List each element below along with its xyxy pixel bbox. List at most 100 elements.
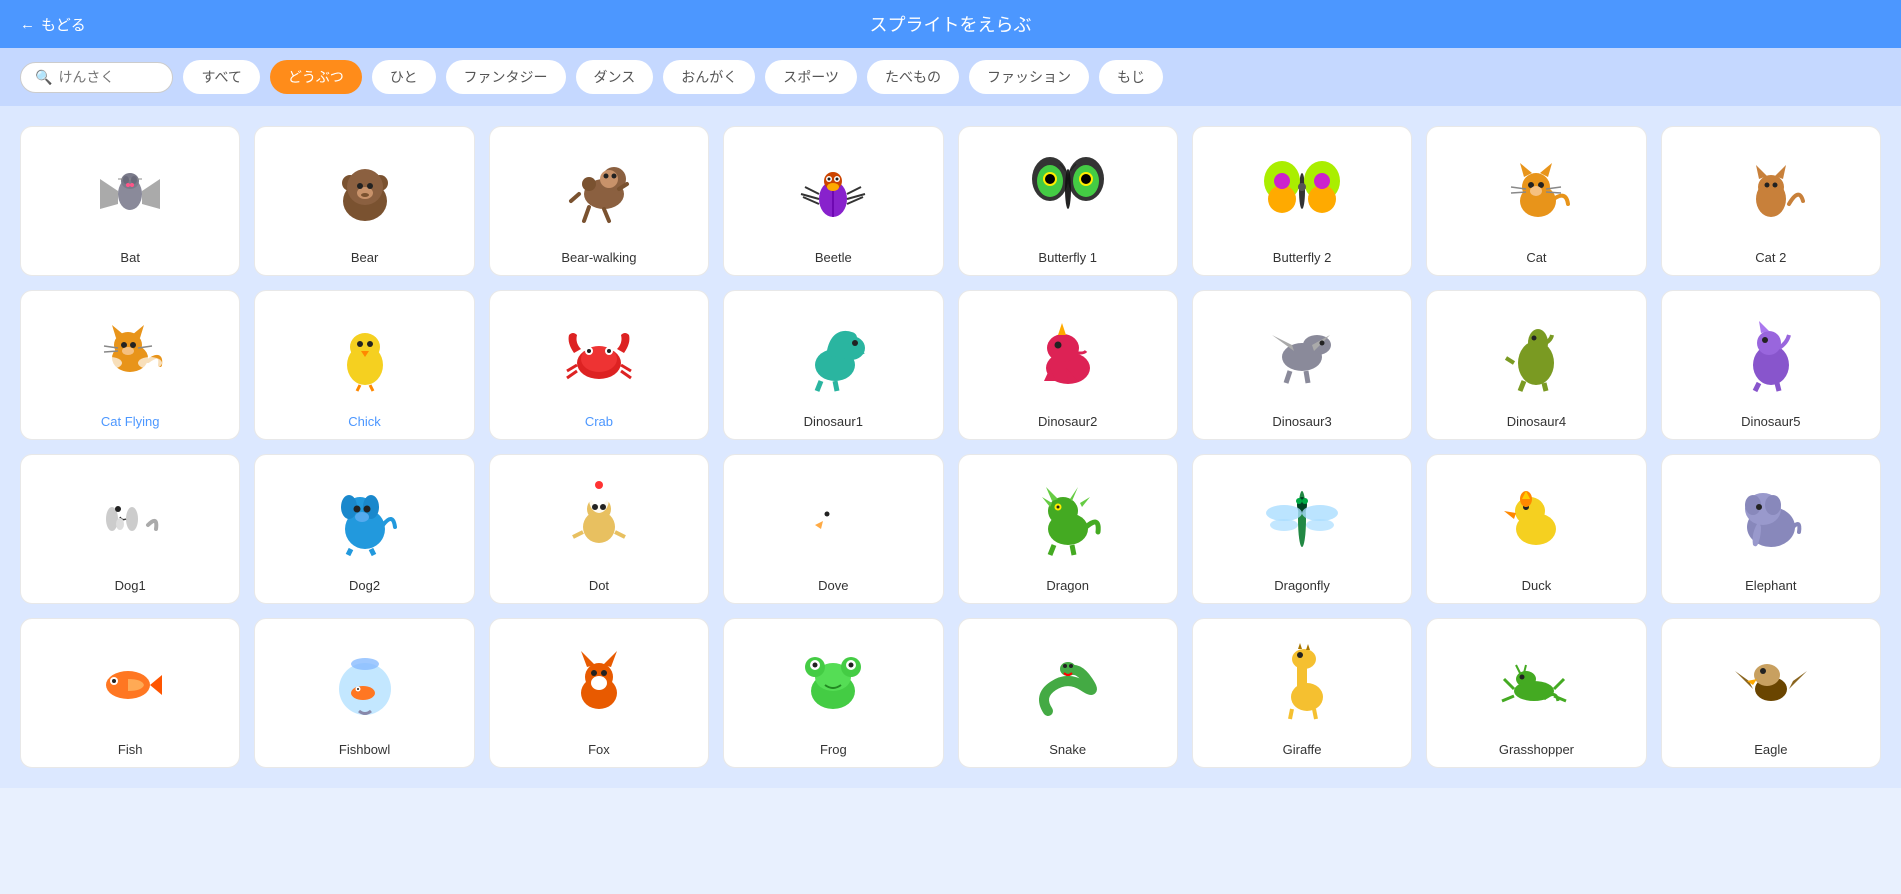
sprite-image-snake — [965, 629, 1171, 732]
sprite-card-eagle[interactable]: Eagle — [1661, 618, 1881, 768]
sprite-card-fox[interactable]: Fox — [489, 618, 709, 768]
sprite-image-eagle — [1668, 629, 1874, 732]
sprite-label-dragonfly: Dragonfly — [1274, 578, 1330, 593]
sprite-label-bear-walking: Bear-walking — [561, 250, 636, 265]
sprite-label-dinosaur4: Dinosaur4 — [1507, 414, 1566, 429]
sprite-image-cat — [1433, 137, 1639, 240]
sprite-label-dinosaur3: Dinosaur3 — [1272, 414, 1331, 429]
sprite-card-snake[interactable]: Snake — [958, 618, 1178, 768]
sprite-card-duck[interactable]: Duck — [1426, 454, 1646, 604]
sprite-card-crab[interactable]: Crab — [489, 290, 709, 440]
sprite-card-dinosaur3[interactable]: Dinosaur3 — [1192, 290, 1412, 440]
sprite-image-bear-walking — [496, 137, 702, 240]
search-box[interactable]: 🔍 — [20, 62, 173, 93]
sprite-label-butterfly1: Butterfly 1 — [1038, 250, 1097, 265]
sprite-grid: Bat Bear Bear-walking Beetle Butterfly 1 Butt… — [0, 106, 1901, 788]
search-icon: 🔍 — [35, 69, 52, 86]
sprite-image-fox — [496, 629, 702, 732]
sprite-label-fox: Fox — [588, 742, 610, 757]
sprite-label-grasshopper: Grasshopper — [1499, 742, 1574, 757]
sprite-label-butterfly2: Butterfly 2 — [1273, 250, 1332, 265]
sprite-image-dinosaur2 — [965, 301, 1171, 404]
sprite-image-cat2 — [1668, 137, 1874, 240]
filter-bar: 🔍 すべて どうぶつ ひと ファンタジー ダンス おんがく スポーツ たべもの … — [0, 48, 1901, 106]
sprite-image-fishbowl — [261, 629, 467, 732]
header: ← もどる スプライトをえらぶ — [0, 0, 1901, 48]
sprite-card-fish[interactable]: Fish — [20, 618, 240, 768]
filter-fantasy[interactable]: ファンタジー — [446, 60, 566, 94]
sprite-card-cat-flying[interactable]: Cat Flying — [20, 290, 240, 440]
sprite-card-beetle[interactable]: Beetle — [723, 126, 943, 276]
sprite-label-fish: Fish — [118, 742, 143, 757]
filter-all[interactable]: すべて — [183, 60, 259, 94]
filter-dance[interactable]: ダンス — [576, 60, 654, 94]
sprite-card-elephant[interactable]: Elephant — [1661, 454, 1881, 604]
filter-sports[interactable]: スポーツ — [765, 60, 857, 94]
sprite-card-dragon[interactable]: Dragon — [958, 454, 1178, 604]
filter-animals[interactable]: どうぶつ — [270, 60, 362, 94]
sprite-image-dinosaur1 — [730, 301, 936, 404]
sprite-image-cat-flying — [27, 301, 233, 404]
sprite-card-bear[interactable]: Bear — [254, 126, 474, 276]
sprite-label-snake: Snake — [1049, 742, 1086, 757]
sprite-card-dot[interactable]: Dot — [489, 454, 709, 604]
sprite-label-dinosaur1: Dinosaur1 — [804, 414, 863, 429]
sprite-card-dragonfly[interactable]: Dragonfly — [1192, 454, 1412, 604]
sprite-card-dinosaur1[interactable]: Dinosaur1 — [723, 290, 943, 440]
sprite-label-eagle: Eagle — [1754, 742, 1787, 757]
sprite-image-dragonfly — [1199, 465, 1405, 568]
sprite-card-dinosaur5[interactable]: Dinosaur5 — [1661, 290, 1881, 440]
back-arrow-icon: ← — [20, 16, 35, 33]
filter-letters[interactable]: もじ — [1099, 60, 1163, 94]
sprite-card-cat[interactable]: Cat — [1426, 126, 1646, 276]
sprite-card-chick[interactable]: Chick — [254, 290, 474, 440]
sprite-card-bat[interactable]: Bat — [20, 126, 240, 276]
sprite-image-bat — [27, 137, 233, 240]
sprite-card-giraffe[interactable]: Giraffe — [1192, 618, 1412, 768]
sprite-image-elephant — [1668, 465, 1874, 568]
sprite-card-grasshopper[interactable]: Grasshopper — [1426, 618, 1646, 768]
sprite-card-cat2[interactable]: Cat 2 — [1661, 126, 1881, 276]
sprite-label-bear: Bear — [351, 250, 378, 265]
sprite-label-cat-flying: Cat Flying — [101, 414, 160, 429]
sprite-image-dove — [730, 465, 936, 568]
sprite-label-dog1: Dog1 — [115, 578, 146, 593]
sprite-image-dinosaur4 — [1433, 301, 1639, 404]
sprite-card-butterfly1[interactable]: Butterfly 1 — [958, 126, 1178, 276]
search-input[interactable] — [58, 69, 158, 85]
sprite-label-dot: Dot — [589, 578, 609, 593]
sprite-card-dog2[interactable]: Dog2 — [254, 454, 474, 604]
filter-food[interactable]: たべもの — [867, 60, 959, 94]
filter-fashion[interactable]: ファッション — [969, 60, 1089, 94]
sprite-image-giraffe — [1199, 629, 1405, 732]
sprite-card-frog[interactable]: Frog — [723, 618, 943, 768]
sprite-label-dragon: Dragon — [1046, 578, 1089, 593]
sprite-label-cat: Cat — [1526, 250, 1546, 265]
sprite-label-dinosaur5: Dinosaur5 — [1741, 414, 1800, 429]
back-label: もどる — [41, 14, 86, 35]
sprite-label-dinosaur2: Dinosaur2 — [1038, 414, 1097, 429]
sprite-label-duck: Duck — [1522, 578, 1552, 593]
page-title: スプライトをえらぶ — [870, 11, 1032, 37]
sprite-image-dot — [496, 465, 702, 568]
sprite-card-butterfly2[interactable]: Butterfly 2 — [1192, 126, 1412, 276]
sprite-card-dog1[interactable]: Dog1 — [20, 454, 240, 604]
sprite-label-bat: Bat — [120, 250, 140, 265]
filter-people[interactable]: ひと — [372, 60, 436, 94]
sprite-label-cat2: Cat 2 — [1755, 250, 1786, 265]
sprite-card-dinosaur2[interactable]: Dinosaur2 — [958, 290, 1178, 440]
sprite-image-dragon — [965, 465, 1171, 568]
sprite-image-dinosaur5 — [1668, 301, 1874, 404]
sprite-card-dove[interactable]: Dove — [723, 454, 943, 604]
sprite-label-crab: Crab — [585, 414, 613, 429]
sprite-image-chick — [261, 301, 467, 404]
sprite-card-bear-walking[interactable]: Bear-walking — [489, 126, 709, 276]
sprite-image-dog1 — [27, 465, 233, 568]
sprite-image-dog2 — [261, 465, 467, 568]
sprite-label-elephant: Elephant — [1745, 578, 1796, 593]
sprite-label-frog: Frog — [820, 742, 847, 757]
sprite-card-fishbowl[interactable]: Fishbowl — [254, 618, 474, 768]
back-button[interactable]: ← もどる — [20, 14, 86, 35]
filter-music[interactable]: おんがく — [663, 60, 755, 94]
sprite-card-dinosaur4[interactable]: Dinosaur4 — [1426, 290, 1646, 440]
